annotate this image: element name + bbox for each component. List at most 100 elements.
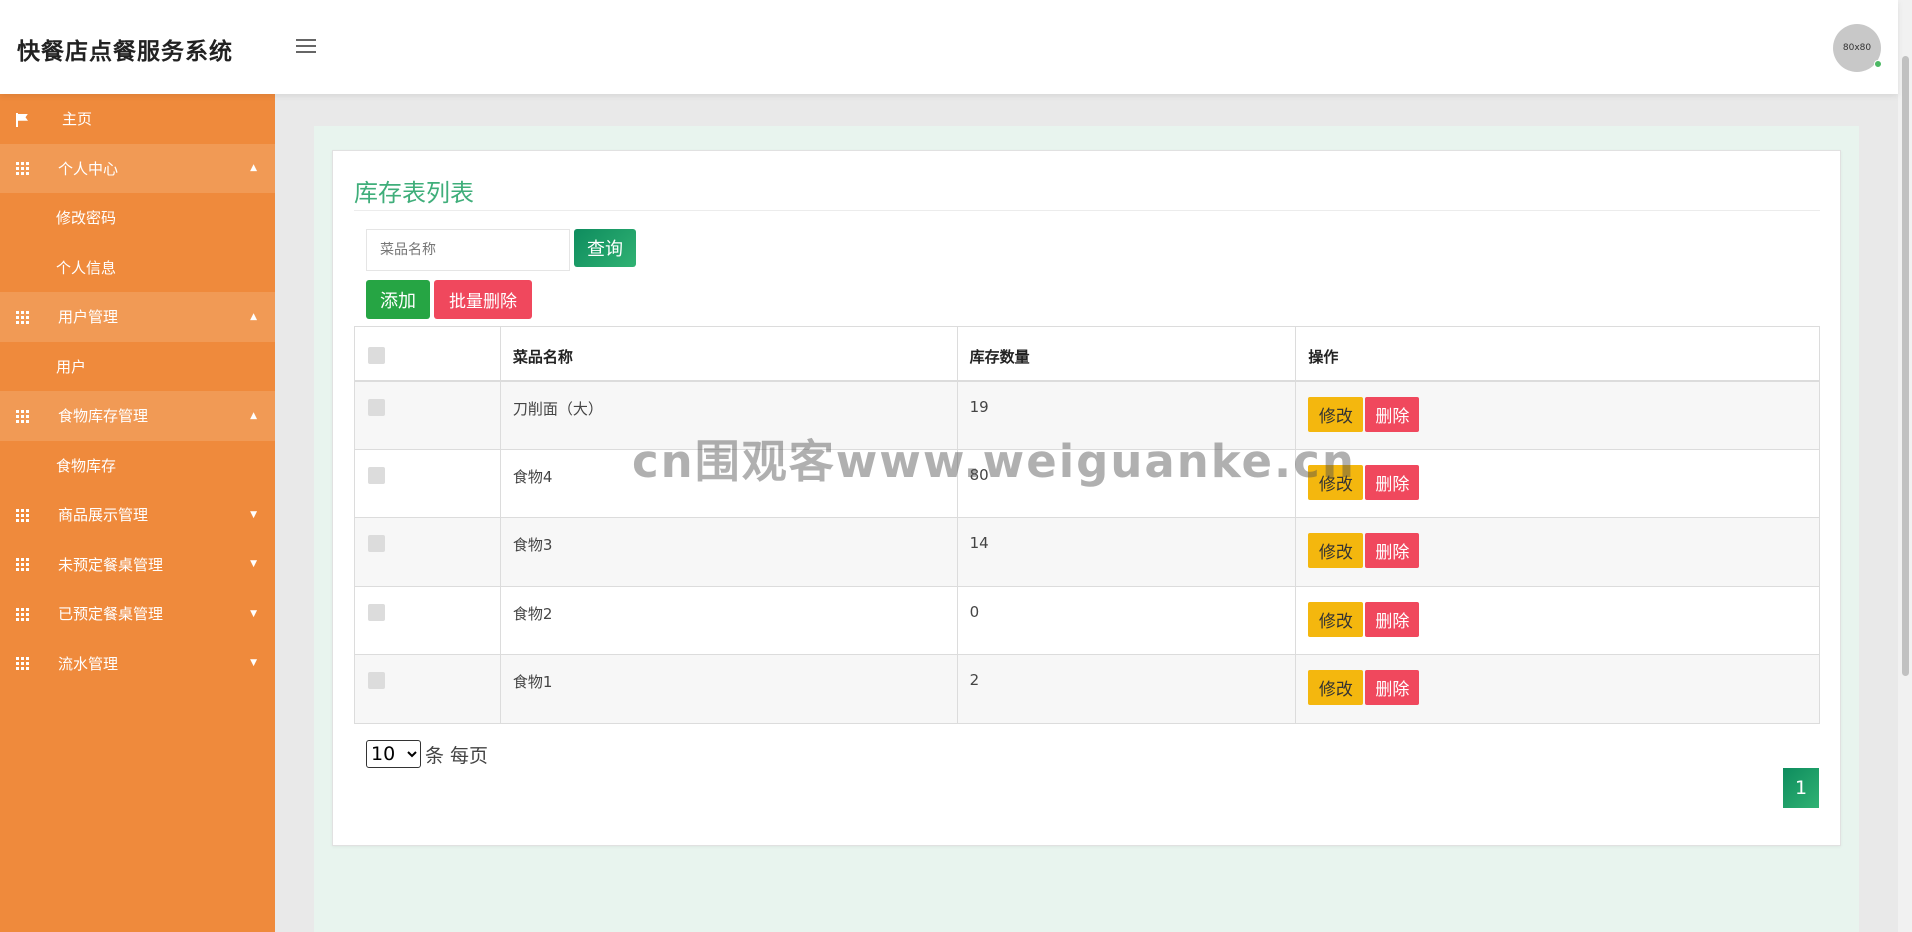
column-header-actions: 操作 (1295, 326, 1820, 382)
avatar[interactable]: 80x80 (1833, 24, 1882, 72)
pagination-page-1[interactable]: 1 (1783, 768, 1819, 808)
page-scrollbar[interactable] (1898, 0, 1912, 932)
edit-button[interactable]: 修改 (1308, 464, 1364, 500)
caret-down-icon: ▼ (250, 559, 257, 570)
delete-button[interactable]: 删除 (1365, 533, 1420, 568)
row-select-cell (354, 585, 501, 655)
select-all-checkbox[interactable] (368, 347, 385, 364)
cell-qty: 0 (956, 585, 1297, 655)
sidebar-item-label: 商品展示管理 (58, 506, 149, 525)
sidebar-item-cash-flow[interactable]: 流水管理 ▼ (0, 639, 275, 689)
sidebar: 主页 个人中心 ▲ 修改密码 个人信息 用户管理 ▲ 用户 食物库存管理 ▲ 食… (0, 94, 275, 932)
sidebar-item-reserved-tables[interactable]: 已预定餐桌管理 ▼ (0, 589, 275, 639)
grid-icon (16, 558, 30, 572)
sidebar-item-personal-center[interactable]: 个人中心 ▲ (0, 143, 275, 193)
sidebar-item-product-display[interactable]: 商品展示管理 ▼ (0, 490, 275, 540)
caret-up-icon: ▲ (250, 410, 257, 421)
sidebar-item-user-management[interactable]: 用户管理 ▲ (0, 292, 275, 342)
table-row: 食物2 0 修改 删除 (354, 585, 1820, 655)
cell-name: 食物3 (499, 517, 958, 587)
cell-qty: 14 (956, 517, 1297, 587)
sidebar-subitem-personal-info[interactable]: 个人信息 (0, 243, 275, 293)
grid-icon (16, 310, 30, 324)
row-checkbox[interactable] (368, 398, 385, 416)
cell-actions: 修改 删除 (1295, 585, 1820, 655)
row-checkbox[interactable] (368, 466, 385, 484)
scrollbar-thumb[interactable] (1902, 56, 1909, 676)
sidebar-item-label: 用户管理 (58, 308, 119, 327)
cell-qty: 80 (956, 448, 1297, 518)
edit-button[interactable]: 修改 (1308, 396, 1364, 432)
grid-icon (16, 162, 30, 176)
row-select-cell (354, 448, 501, 518)
sidebar-item-label: 流水管理 (58, 654, 119, 673)
table-row: 刀削面（大） 19 修改 删除 (354, 380, 1820, 450)
sidebar-item-unreserved-tables[interactable]: 未预定餐桌管理 ▼ (0, 540, 275, 590)
cell-qty: 19 (956, 380, 1297, 450)
app-title: 快餐店点餐服务系统 (17, 39, 233, 65)
cell-name: 食物2 (499, 585, 958, 655)
column-header-name: 菜品名称 (499, 326, 958, 382)
grid-icon (16, 607, 30, 621)
table-header-row: 菜品名称 库存数量 操作 (354, 326, 1820, 382)
cell-name: 刀削面（大） (499, 380, 958, 450)
page-size-suffix: 条 每页 (425, 744, 489, 767)
caret-up-icon: ▲ (250, 163, 257, 174)
grid-icon (16, 508, 30, 522)
table-row: 食物1 2 修改 删除 (354, 654, 1820, 724)
edit-button[interactable]: 修改 (1308, 670, 1364, 705)
cell-actions: 修改 删除 (1295, 380, 1820, 450)
row-select-cell (354, 380, 501, 450)
batch-delete-button[interactable]: 批量删除 (434, 280, 532, 319)
row-checkbox[interactable] (368, 535, 385, 552)
page-title: 库存表列表 (354, 179, 474, 207)
stock-list-panel: 库存表列表 菜品名称 查询 添加 批量删除 菜品名称 库存数量 操作 刀削面（大… (332, 150, 1841, 846)
grid-icon (16, 657, 30, 671)
sidebar-item-label: 未预定餐桌管理 (58, 555, 164, 574)
cell-actions: 修改 删除 (1295, 654, 1820, 724)
title-divider (354, 210, 1820, 211)
stock-table: 菜品名称 库存数量 操作 刀削面（大） 19 修改 删除 食物4 80 修改 删除 … (354, 326, 1820, 724)
query-button[interactable]: 查询 (574, 229, 636, 267)
caret-down-icon: ▼ (250, 658, 257, 669)
sidebar-item-label: 个人中心 (58, 159, 119, 178)
search-input[interactable]: 菜品名称 (366, 229, 570, 271)
cell-actions: 修改 删除 (1295, 448, 1820, 518)
page-size-control: 10 条 每页 (366, 740, 488, 768)
cell-qty: 2 (956, 654, 1297, 724)
delete-button[interactable]: 删除 (1365, 670, 1420, 705)
add-button[interactable]: 添加 (366, 280, 430, 319)
online-status-dot (1874, 60, 1882, 68)
caret-down-icon: ▼ (250, 608, 257, 619)
edit-button[interactable]: 修改 (1308, 533, 1364, 568)
caret-down-icon: ▼ (250, 509, 257, 520)
table-row: 食物4 80 修改 删除 (354, 448, 1820, 518)
delete-button[interactable]: 删除 (1365, 396, 1420, 432)
sidebar-item-label: 已预定餐桌管理 (58, 605, 164, 624)
cell-actions: 修改 删除 (1295, 517, 1820, 587)
delete-button[interactable]: 删除 (1365, 464, 1420, 500)
sidebar-subitem-food-stock[interactable]: 食物库存 (0, 441, 275, 491)
row-select-cell (354, 517, 501, 587)
sidebar-item-food-stock-management[interactable]: 食物库存管理 ▲ (0, 391, 275, 441)
sidebar-item-label: 食物库存管理 (58, 407, 149, 426)
avatar-text: 80x80 (1842, 43, 1872, 53)
sidebar-item-home[interactable]: 主页 (0, 94, 275, 144)
sidebar-subitem-change-password[interactable]: 修改密码 (0, 193, 275, 243)
select-all-cell (354, 326, 501, 382)
page-size-select[interactable]: 10 (366, 740, 421, 768)
flag-icon (16, 112, 30, 127)
grid-icon (16, 409, 30, 423)
delete-button[interactable]: 删除 (1365, 601, 1420, 637)
column-header-qty: 库存数量 (956, 326, 1297, 382)
row-select-cell (354, 654, 501, 724)
sidebar-item-label: 主页 (62, 110, 93, 129)
row-checkbox[interactable] (368, 672, 385, 689)
cell-name: 食物1 (499, 654, 958, 724)
edit-button[interactable]: 修改 (1308, 601, 1364, 637)
sidebar-subitem-user[interactable]: 用户 (0, 342, 275, 392)
caret-up-icon: ▲ (250, 311, 257, 322)
hamburger-icon[interactable] (296, 39, 316, 54)
row-checkbox[interactable] (368, 603, 385, 621)
top-header: 快餐店点餐服务系统 80x80 (0, 0, 1898, 94)
